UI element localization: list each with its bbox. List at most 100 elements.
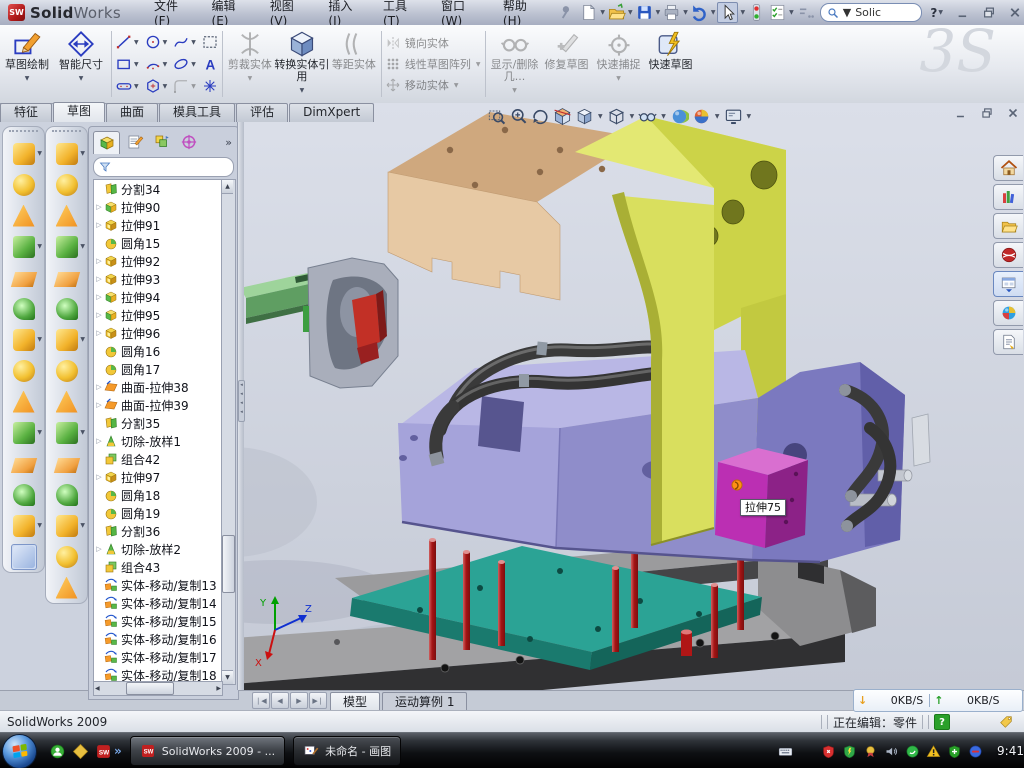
tree-item[interactable]: ▷拉伸91 [94,216,222,234]
tooling-split-button[interactable]: ▼ [46,324,87,355]
document-restore-button[interactable] [979,106,995,120]
tree-item[interactable]: 实体-移动/复制13 [94,576,222,594]
tree-item[interactable]: ▷曲面-拉伸38 [94,378,222,396]
hide-show-items-dropdown-icon[interactable]: ▼ [661,113,666,120]
new-document-dropdown-icon[interactable]: ▼ [600,9,605,16]
parting-surface-button[interactable] [46,293,87,324]
expand-arrow-icon[interactable]: ▷ [94,203,104,211]
expand-arrow-icon[interactable]: ▷ [94,545,104,553]
undo-button[interactable] [690,3,709,22]
circle-tool-dropdown-icon[interactable]: ▼ [163,39,168,46]
rectangle-tool-dropdown-icon[interactable]: ▼ [134,61,139,68]
apply-scene-button[interactable] [670,107,689,126]
open-button[interactable] [607,3,626,22]
hide-show-items-button[interactable] [638,107,657,126]
view-settings-button[interactable] [724,107,743,126]
split-line-button[interactable]: ▼ [46,138,87,169]
zoom-fit-button[interactable] [487,107,506,126]
motion-nav-last-button[interactable]: ▶❘ [309,692,327,709]
solidworks-quicklaunch-icon[interactable]: SW [95,743,112,760]
tree-item[interactable]: 圆角15 [94,234,222,252]
sketch-draw-button[interactable]: 草图绘制▼ [0,25,54,103]
undercut-analysis-button[interactable] [46,200,87,231]
options-checklist-button[interactable] [768,3,787,22]
freeform-spline-button[interactable] [46,572,87,603]
keyboard-tray-icon[interactable] [778,744,793,759]
delete-face-button[interactable]: ▼ [46,510,87,541]
expand-arrow-icon[interactable]: ▷ [94,257,104,265]
tree-item[interactable]: 实体-移动/复制16 [94,630,222,648]
lofted-boss-button[interactable]: ▼ [3,231,44,262]
propertymanager-tab[interactable] [122,131,147,153]
extruded-boss-button[interactable]: ▼ [3,138,44,169]
tree-filter-input[interactable] [93,157,234,177]
circle-tool-button[interactable]: ▼ [144,32,169,52]
tree-item[interactable]: ▷拉伸97 [94,468,222,486]
arc-tool-dropdown-icon[interactable]: ▼ [163,61,168,68]
security-gold-quicklaunch-icon[interactable] [72,743,89,760]
shut-off-surface-button[interactable] [46,262,87,293]
smart-dimension-dropdown-icon[interactable]: ▼ [79,73,84,85]
rectangle-tool-button[interactable]: ▼ [115,54,140,74]
marquee-select-tool-button[interactable] [201,32,219,52]
tree-item[interactable]: 分割36 [94,522,222,540]
expand-arrow-icon[interactable]: ▷ [94,401,104,409]
design-library-tab[interactable] [993,184,1023,210]
shield-plus-tray-icon[interactable] [947,744,962,759]
revolved-boss-button[interactable] [3,169,44,200]
tab-评估[interactable]: 评估 [236,103,288,122]
certificate-tray-icon[interactable] [863,744,878,759]
display-delete-relations-dropdown-icon[interactable]: ▼ [512,85,517,97]
messenger-quicklaunch-icon[interactable] [49,743,66,760]
ellipse-tool-dropdown-icon[interactable]: ▼ [191,61,196,68]
planar-surface-button[interactable]: ▼ [46,417,87,448]
start-button[interactable] [2,734,37,768]
open-dropdown-icon[interactable]: ▼ [628,9,633,16]
line-tool-dropdown-icon[interactable]: ▼ [134,39,139,46]
extruded-cut-button[interactable] [3,293,44,324]
sketch-draw-dropdown-icon[interactable]: ▼ [25,73,30,85]
tree-item[interactable]: 组合42 [94,450,222,468]
slot-tool-dropdown-icon[interactable]: ▼ [134,83,139,90]
core-button[interactable] [46,355,87,386]
tree-item[interactable]: 实体-移动/复制14 [94,594,222,612]
tree-item[interactable]: 圆角17 [94,360,222,378]
hscroll-thumb[interactable] [126,682,174,695]
tree-item[interactable]: ▷拉伸96 [94,324,222,342]
polygon-tool-dropdown-icon[interactable]: ▼ [163,83,168,90]
rebuild-traffic-light-button[interactable] [747,3,766,22]
fillet-feature-button[interactable] [3,386,44,417]
view-settings-dropdown-icon[interactable]: ▼ [747,113,752,120]
appearances-tab[interactable] [993,300,1023,326]
hole-wizard-button[interactable]: ▼ [3,324,44,355]
tree-item[interactable]: 实体-移动/复制17 [94,648,222,666]
tree-item[interactable]: ▷切除-放样1 [94,432,222,450]
tab-特征[interactable]: 特征 [0,103,52,122]
insert-mold-folder-button[interactable] [46,386,87,417]
tree-item[interactable]: 分割35 [94,414,222,432]
quick-tips-icon[interactable]: ? [934,714,950,730]
new-document-button[interactable] [579,3,598,22]
motion-nav-first-button[interactable]: ❘◀ [252,692,270,709]
expand-arrow-icon[interactable]: ▷ [94,275,104,283]
line-tool-button[interactable]: ▼ [115,32,140,52]
motion-nav-previous-button[interactable]: ◀ [271,692,289,709]
model-tab-model[interactable]: 模型 [330,692,380,711]
boundary-boss-button[interactable] [3,262,44,293]
search-dropdown-icon[interactable]: ▼ [843,6,851,19]
messenger-green-tray-icon[interactable] [905,744,920,759]
draft-analysis-button[interactable] [46,169,87,200]
sketch-fillet-tool-dropdown-icon[interactable]: ▼ [191,83,196,90]
tree-item[interactable]: ▷曲面-拉伸39 [94,396,222,414]
tree-vertical-scrollbar[interactable]: ▲ ▼ [221,179,236,685]
view-palette-tab[interactable] [993,271,1023,297]
expand-arrow-icon[interactable]: ▷ [94,473,104,481]
scroll-thumb[interactable] [222,535,235,593]
polygon-tool-button[interactable]: ▼ [144,76,169,96]
scroll-left-button[interactable]: ◀ [95,685,100,692]
tab-草图[interactable]: 草图 [53,102,105,122]
spline-tool-button[interactable]: ▼ [172,32,197,52]
tree-item[interactable]: 实体-移动/复制15 [94,612,222,630]
panel-expand-chevron[interactable]: » [225,136,236,149]
tree-item[interactable]: ▷切除-放样2 [94,540,222,558]
